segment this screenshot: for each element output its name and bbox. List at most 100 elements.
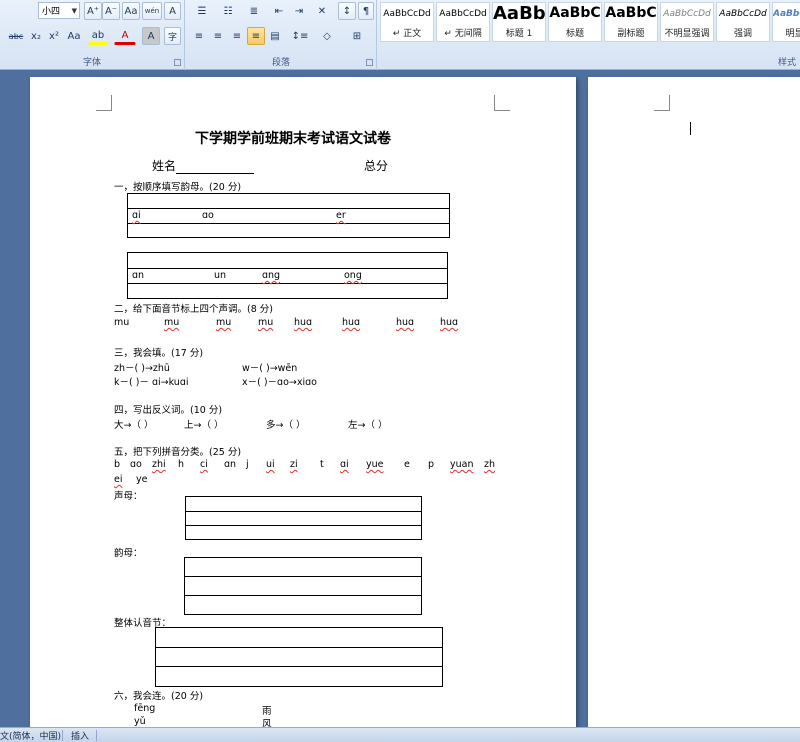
pinyin-item: ong (344, 270, 362, 281)
align-right-button[interactable]: ≡ (228, 27, 246, 45)
indent-icon: ⇥ (294, 5, 304, 17)
superscript-button[interactable]: x² (46, 27, 62, 45)
pinyin-letter: ɑo (130, 459, 142, 470)
numbered-list-icon: ☷ (223, 5, 233, 17)
document-area[interactable]: 下学期学前班期末考试语文试卷 姓名 总分 一，按顺序填写韵母。(20 分) ɑi… (0, 71, 800, 727)
chinese-layout-button[interactable]: ✕ (310, 2, 334, 20)
table-rule (128, 208, 449, 209)
highlight-button[interactable]: ab (88, 27, 108, 45)
paint-bucket-icon: ◇ (323, 30, 331, 42)
fill-item: x－( )－ɑo→xiɑo (242, 377, 317, 388)
change-case-button[interactable]: Aa (64, 27, 84, 45)
dialog-launcher-icon[interactable] (366, 59, 373, 66)
style-intense-emphasis[interactable]: AaBbCcDd明显强 (772, 2, 800, 42)
paragraph-group: ☰ ☷ ≣ ⇤ ⇥ ✕ ↕ ¶ ≡ ≡ ≡ ≡ ▤ ↕≡ ◇ ⊞ 段落 (186, 0, 377, 70)
shrink-font-button[interactable]: A⁻ (102, 2, 120, 20)
table-rule (186, 511, 421, 512)
status-separator (96, 730, 97, 741)
shading-button[interactable]: ◇ (314, 27, 340, 45)
bullet-list-icon: ☰ (197, 5, 207, 17)
match-left-item: yǔ (134, 716, 146, 727)
pinyin-letter: e (404, 459, 410, 470)
name-blank (176, 162, 255, 174)
style-no-spacing[interactable]: AaBbCcDd ↵ 无间隔 (436, 2, 490, 42)
line-spacing-icon: ↕≡ (291, 30, 309, 42)
bullets-button[interactable]: ☰ (190, 2, 214, 20)
document-title: 下学期学前班期末考试语文试卷 (195, 131, 391, 147)
font-group: 小四 ▼ A⁺ A⁻ Aa wén A abc x₂ x² Aa ab A A … (0, 0, 185, 70)
distributed-button[interactable]: ▤ (266, 27, 284, 45)
pinyin-item: ɑo (202, 210, 214, 221)
style-heading[interactable]: AaBbC 标题 (548, 2, 602, 42)
borders-button[interactable]: ⊞ (344, 27, 370, 45)
table-rule (156, 647, 442, 648)
align-right-icon: ≡ (232, 30, 242, 42)
char-shading-button[interactable]: A (142, 27, 160, 45)
font-group-title: 字体 (82, 58, 101, 68)
antonym-item: 多→（ ） (266, 420, 306, 431)
align-center-icon: ≡ (213, 30, 223, 42)
font-color-button[interactable]: A (114, 27, 136, 45)
pinyin-item: ɑn (132, 270, 145, 281)
table-rule (128, 268, 447, 269)
syllable-item: huɑ (294, 317, 313, 328)
align-left-icon: ≡ (194, 30, 204, 42)
styles-group-title: 样式 (777, 58, 796, 68)
multilevel-list-icon: ≣ (249, 5, 259, 17)
pinyin-letter: yuan (450, 459, 474, 470)
syllable-item: mu (258, 317, 274, 328)
syllable-item: huɑ (342, 317, 361, 328)
grow-font-button[interactable]: A⁺ (84, 2, 102, 20)
syllable-item: huɑ (440, 317, 459, 328)
match-right-item: 风 (262, 719, 272, 727)
antonym-item: 左→（ ） (348, 420, 388, 431)
pinyin-letter: t (320, 459, 324, 470)
style-emphasis[interactable]: AaBbCcDd 强调 (716, 2, 770, 42)
line-spacing-button[interactable]: ↕≡ (288, 27, 312, 45)
match-right-item: 雨 (262, 706, 272, 717)
antonym-item: 上→（ ） (184, 420, 224, 431)
dialog-launcher-icon[interactable] (174, 59, 181, 66)
align-left-button[interactable]: ≡ (190, 27, 208, 45)
page-1[interactable]: 下学期学前班期末考试语文试卷 姓名 总分 一，按顺序填写韵母。(20 分) ɑi… (30, 77, 576, 727)
insert-mode-status[interactable]: 插入 (71, 729, 89, 742)
page-2[interactable] (588, 77, 800, 727)
char-border-button[interactable]: A (164, 2, 181, 20)
yunmu-label: 韵母： (114, 548, 143, 559)
strikethrough-button[interactable]: abc (6, 27, 26, 45)
status-separator (62, 730, 63, 741)
numbering-button[interactable]: ☷ (216, 2, 240, 20)
chevron-down-icon[interactable]: ▼ (72, 7, 77, 15)
style-subtitle[interactable]: AaBbC 副标题 (604, 2, 658, 42)
justify-button[interactable]: ≡ (247, 27, 265, 45)
sort-icon: ↕ (342, 5, 352, 17)
paragraph-group-title: 段落 (271, 58, 290, 68)
syllable-item: mu (114, 317, 130, 328)
pinyin-letter: ɑn (224, 459, 237, 470)
section-2-heading: 二，给下面音节标上四个声调。(8 分) (114, 304, 273, 315)
language-status[interactable]: 文(简体，中国) (0, 729, 61, 742)
subscript-button[interactable]: x₂ (28, 27, 44, 45)
section-1-table-2: ɑn un ɑng ong (127, 252, 448, 299)
sort-button[interactable]: ↕ (338, 2, 356, 20)
style-heading-1[interactable]: AaBb 标题 1 (492, 2, 546, 42)
align-center-button[interactable]: ≡ (209, 27, 227, 45)
clear-format-button[interactable]: Aa (122, 2, 140, 20)
style-normal[interactable]: AaBbCcDd ↵ 正文 (380, 2, 434, 42)
multilevel-list-button[interactable]: ≣ (242, 2, 266, 20)
section-3-heading: 三，我会填。(17 分) (114, 348, 204, 359)
zhengti-table (155, 627, 443, 687)
shengmu-table (185, 496, 422, 540)
enclose-char-button[interactable]: 字 (164, 27, 181, 45)
style-subtle-emphasis[interactable]: AaBbCcDd 不明显强调 (660, 2, 714, 42)
phonetic-guide-button[interactable]: wén (142, 2, 162, 20)
decrease-indent-button[interactable]: ⇤ (270, 2, 288, 20)
table-rule (128, 283, 447, 284)
show-marks-button[interactable]: ¶ (358, 2, 374, 20)
fill-item: k－( )－ ɑi→kuɑi (114, 377, 189, 388)
font-size-value: 小四 (42, 7, 61, 17)
total-label: 总分 (364, 159, 389, 173)
increase-indent-button[interactable]: ⇥ (290, 2, 308, 20)
font-size-combo[interactable]: 小四 ▼ (38, 2, 80, 19)
pinyin-letter: ei (114, 474, 123, 485)
